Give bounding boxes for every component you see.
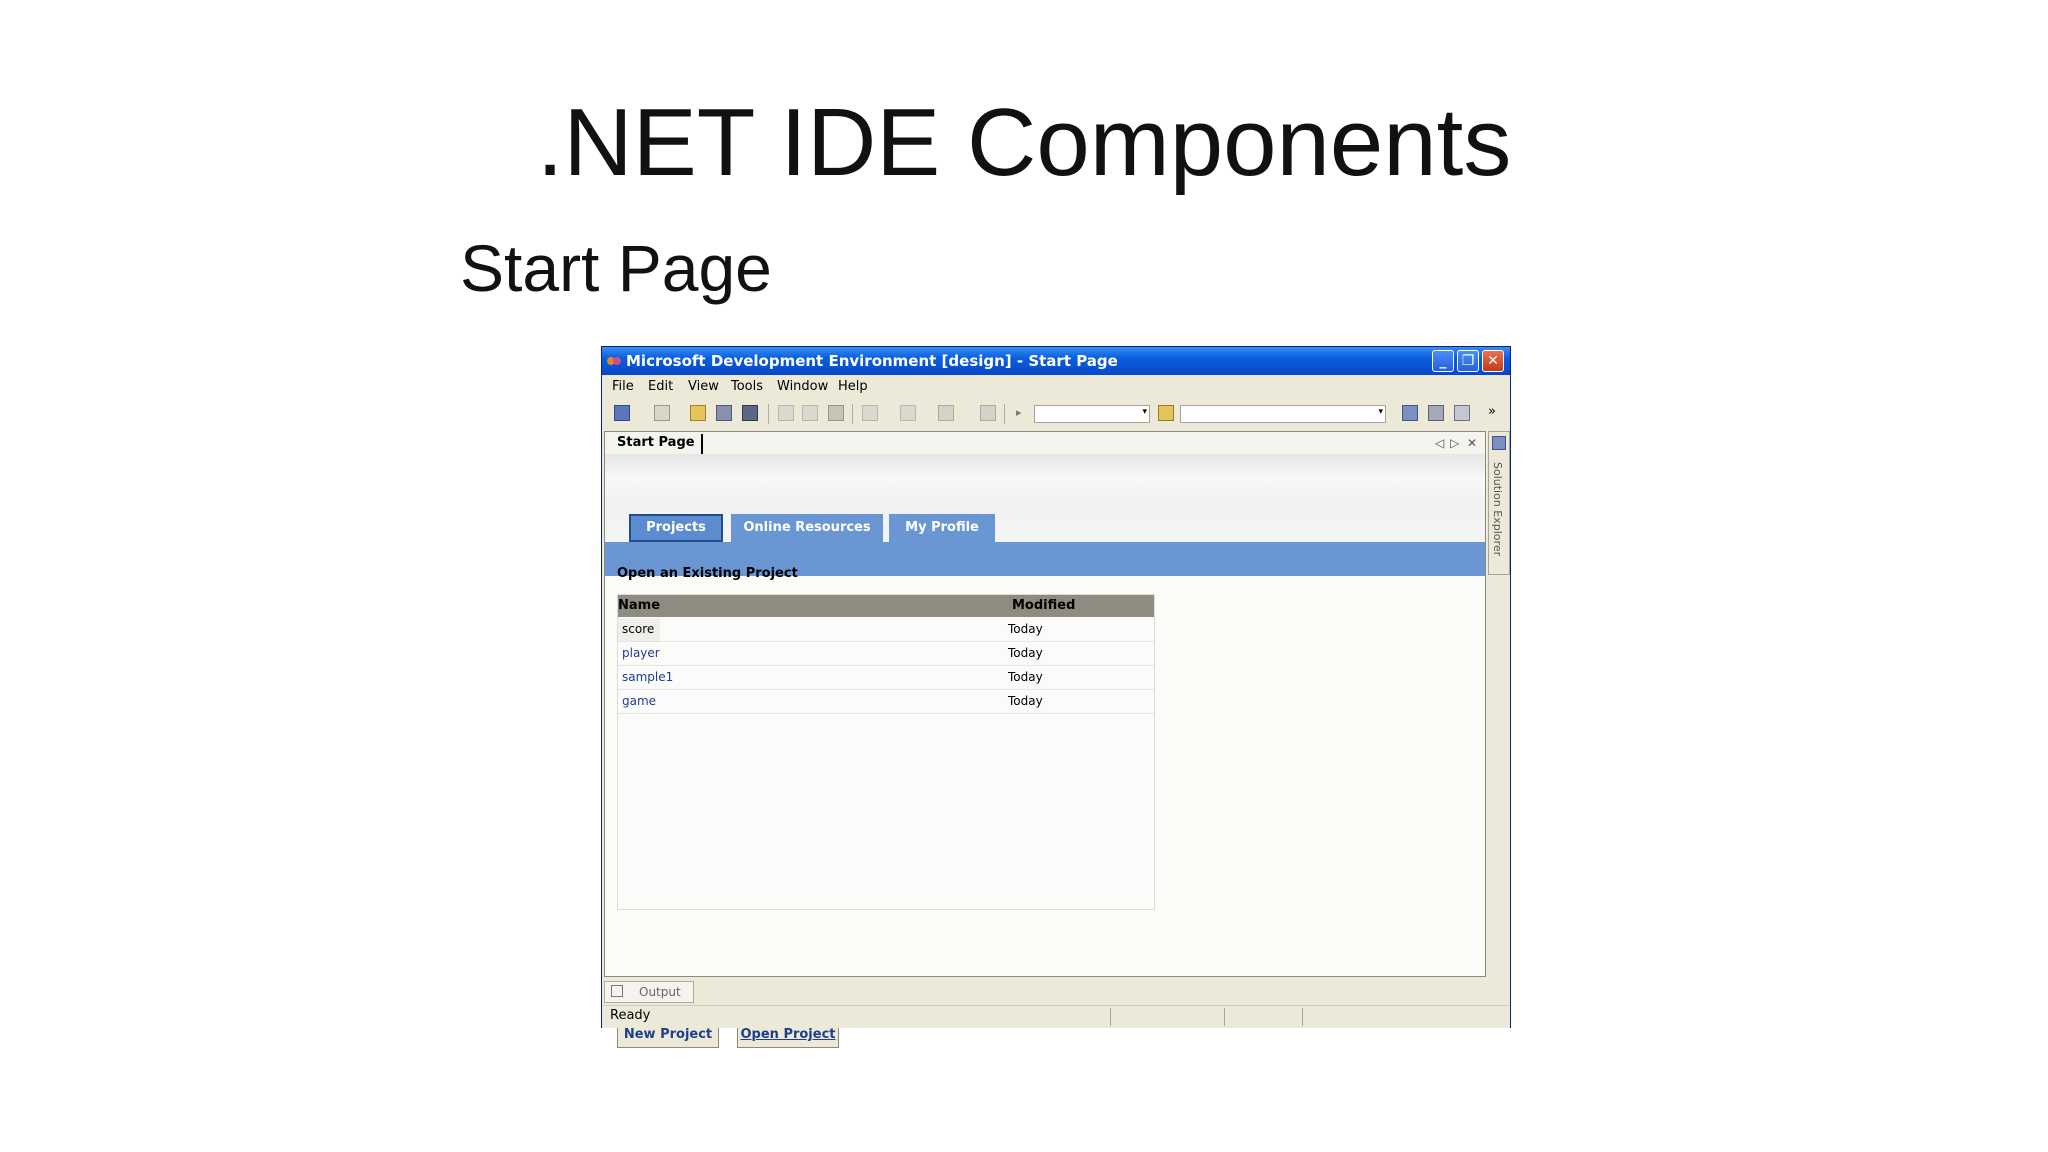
project-name[interactable]: sample1 (622, 666, 673, 689)
menu-bar: File Edit View Tools Window Help (602, 376, 1510, 398)
open-file-icon[interactable] (690, 405, 706, 421)
output-icon (611, 985, 623, 997)
projects-table: Name Modified score Today player Today s… (617, 594, 1155, 910)
menu-window[interactable]: Window (777, 376, 828, 398)
solution-config-combo[interactable]: ▾ (1034, 405, 1150, 423)
chevron-down-icon: ▾ (1142, 407, 1147, 417)
tab-next-icon[interactable]: ▷ (1450, 432, 1459, 454)
ide-window: Microsoft Development Environment [desig… (601, 346, 1511, 1048)
status-pane (1302, 1008, 1303, 1026)
navigate-backward-icon[interactable] (938, 405, 954, 421)
solution-explorer-icon[interactable] (1402, 405, 1418, 421)
cut-icon[interactable] (778, 405, 794, 421)
navigate-forward-icon[interactable] (980, 405, 996, 421)
toolbox-icon[interactable] (1454, 405, 1470, 421)
project-modified: Today (1008, 694, 1043, 708)
save-all-icon[interactable] (742, 405, 758, 421)
chevron-down-icon: ▾ (1378, 407, 1383, 417)
menu-edit[interactable]: Edit (648, 376, 673, 398)
status-text: Ready (610, 1008, 651, 1023)
tab-start-page[interactable]: Start Page (613, 434, 703, 454)
start-debug-icon[interactable]: ▸ (1016, 405, 1032, 421)
project-modified: Today (1008, 622, 1043, 636)
project-modified: Today (1008, 646, 1043, 660)
menu-view[interactable]: View (688, 376, 719, 398)
tab-online-resources[interactable]: Online Resources (731, 514, 883, 542)
tab-close-icon[interactable]: ✕ (1467, 432, 1477, 454)
window-title: Microsoft Development Environment [desig… (626, 352, 1118, 370)
close-button[interactable]: ✕ (1482, 350, 1504, 372)
solution-explorer-label: Solution Explorer (1491, 462, 1504, 557)
table-row[interactable]: player Today (618, 642, 1154, 666)
section-title: Open an Existing Project (617, 566, 798, 581)
undo-icon[interactable] (862, 405, 878, 421)
add-item-icon[interactable] (654, 405, 670, 421)
table-row[interactable]: score Today (618, 618, 1154, 642)
redo-icon[interactable] (900, 405, 916, 421)
document-tabs: Start Page ◁ ▷ ✕ (605, 432, 1485, 455)
tab-my-profile[interactable]: My Profile (889, 514, 995, 542)
new-project-icon[interactable] (614, 405, 630, 421)
tab-projects[interactable]: Projects (629, 514, 723, 542)
tab-prev-icon[interactable]: ◁ (1435, 432, 1444, 454)
menu-file[interactable]: File (612, 376, 634, 398)
solution-explorer-icon (1492, 436, 1506, 450)
start-page-banner: Projects Online Resources My Profile (605, 454, 1485, 576)
menu-tools[interactable]: Tools (731, 376, 763, 398)
save-icon[interactable] (716, 405, 732, 421)
output-label: Output (639, 985, 681, 999)
slide-title: .NET IDE Components (536, 89, 1512, 196)
column-header-modified[interactable]: Modified (1012, 595, 1075, 617)
find-combo[interactable]: ▾ (1180, 405, 1386, 423)
project-name[interactable]: player (622, 642, 660, 665)
title-bar[interactable]: Microsoft Development Environment [desig… (602, 347, 1510, 375)
table-header: Name Modified (618, 595, 1154, 617)
minimize-button[interactable]: _ (1432, 350, 1454, 372)
table-row[interactable]: game Today (618, 690, 1154, 714)
toolbar-overflow-icon[interactable]: » (1488, 405, 1504, 421)
column-header-name[interactable]: Name (618, 595, 660, 617)
copy-icon[interactable] (802, 405, 818, 421)
slide-subtitle: Start Page (460, 231, 772, 305)
standard-toolbar: ▸ ▾ ▾ » (602, 399, 1510, 427)
project-modified: Today (1008, 670, 1043, 684)
project-name[interactable]: game (622, 690, 656, 713)
start-page-document: Start Page ◁ ▷ ✕ Projects Online Resourc… (604, 431, 1486, 1048)
project-name[interactable]: score (618, 618, 661, 641)
menu-help[interactable]: Help (838, 376, 868, 398)
properties-icon[interactable] (1428, 405, 1444, 421)
solution-explorer-dock[interactable]: Solution Explorer (1488, 431, 1510, 575)
app-icon (607, 357, 621, 365)
restore-button[interactable]: ❐ (1457, 350, 1479, 372)
status-pane (1224, 1008, 1225, 1026)
paste-icon[interactable] (828, 405, 844, 421)
status-pane (1110, 1008, 1111, 1026)
table-row[interactable]: sample1 Today (618, 666, 1154, 690)
status-bar: Ready (602, 1005, 1510, 1028)
find-in-files-icon[interactable] (1158, 405, 1174, 421)
output-tab[interactable]: Output (604, 981, 694, 1003)
